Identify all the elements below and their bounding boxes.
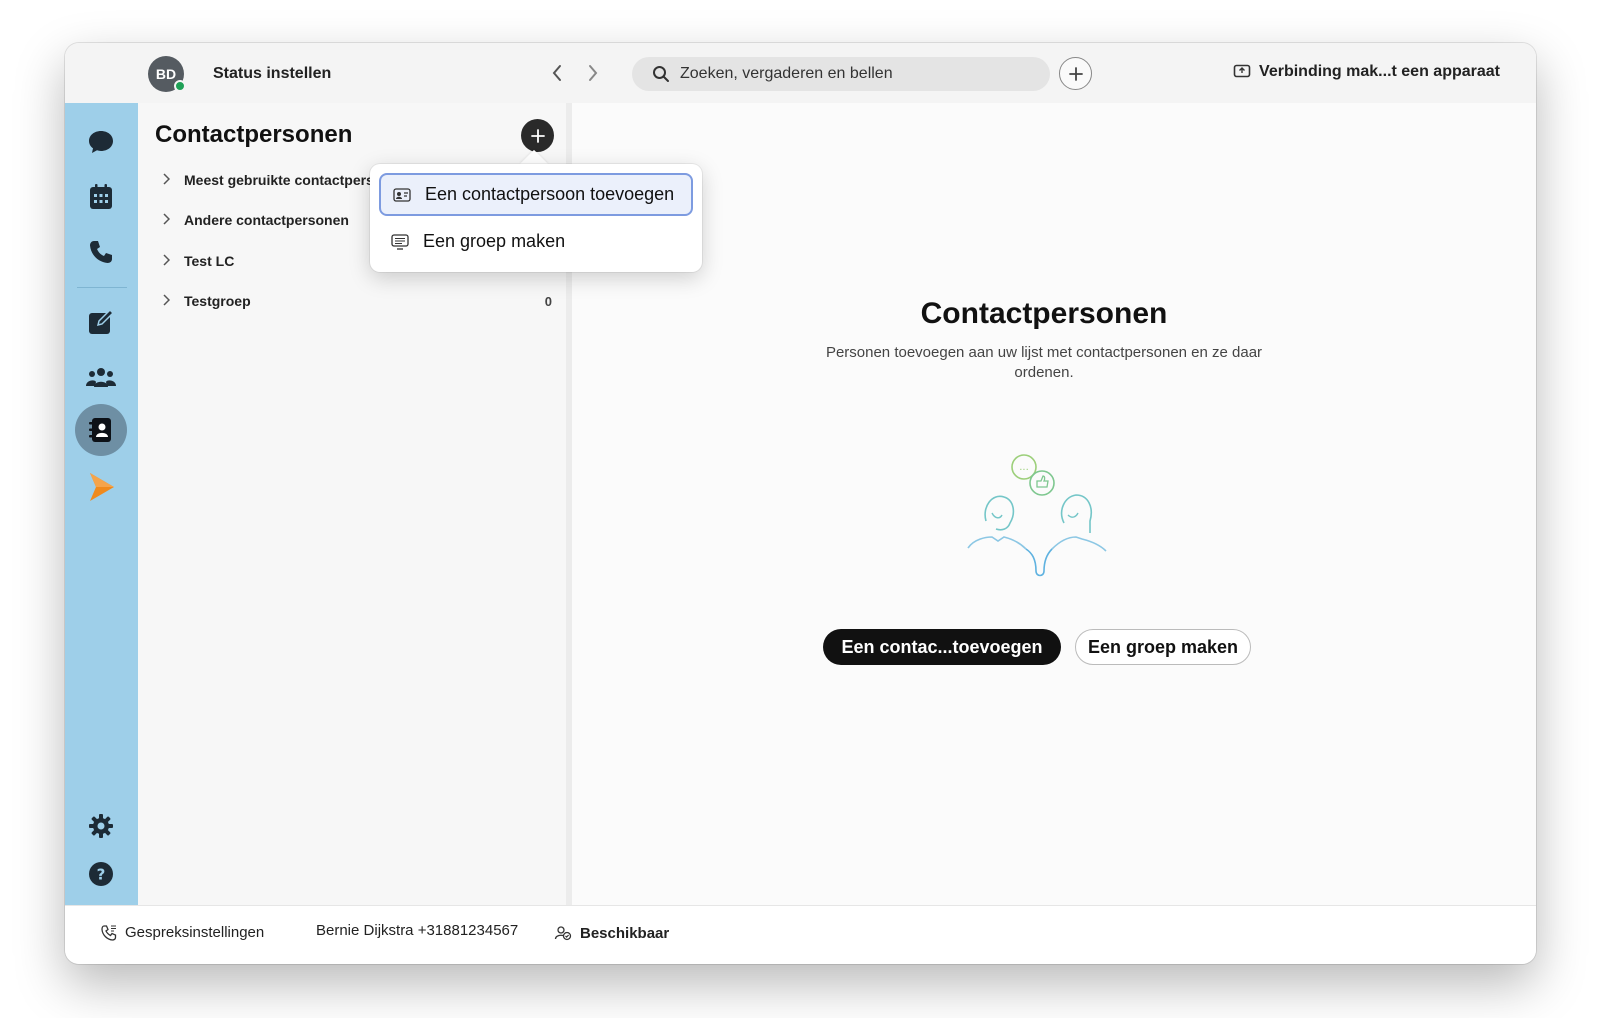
phone-icon (90, 241, 112, 263)
sidebar-item-help[interactable]: ? (75, 848, 127, 900)
contact-group-label: Testgroep (184, 293, 251, 309)
contact-group-row[interactable]: Testgroep 0 (162, 287, 552, 315)
top-bar: BD Status instellen Zoeken, vergaderen e… (65, 43, 1536, 103)
empty-state-title: Contactpersonen (920, 297, 1168, 330)
chevron-right-icon (162, 293, 184, 309)
contact-card-icon (393, 187, 411, 202)
sidebar-item-settings[interactable] (75, 800, 127, 852)
menu-item-create-group[interactable]: Een groep maken (379, 220, 693, 263)
arrow-app-icon (90, 473, 114, 501)
call-settings-label: Gespreksinstellingen (125, 924, 265, 941)
contacts-panel-title: Contactpersonen (155, 121, 353, 148)
chevron-right-icon (162, 172, 184, 188)
empty-state-subtitle: Personen toevoegen aan uw lijst met cont… (825, 344, 1263, 381)
sidebar-item-meetings[interactable] (75, 171, 127, 223)
sidebar-item-whiteboard[interactable] (75, 296, 127, 348)
sidebar-item-messaging[interactable] (75, 116, 127, 168)
menu-item-label: Een contactpersoon toevoegen (425, 184, 675, 204)
edit-icon (89, 308, 115, 334)
svg-text:...: ... (1019, 462, 1029, 473)
new-action-button[interactable] (1059, 57, 1092, 90)
sidebar-item-contacts[interactable] (75, 404, 127, 456)
teams-icon (86, 368, 116, 387)
presence-indicator (174, 80, 186, 92)
contacts-icon (89, 418, 111, 442)
sidebar-item-app[interactable] (75, 461, 127, 513)
chevron-left-icon (552, 65, 561, 81)
chat-icon (89, 131, 113, 153)
status-bar: Gespreksinstellingen Bernie Dijkstra +31… (65, 905, 1536, 964)
call-settings-button[interactable]: Gespreksinstellingen (101, 924, 264, 941)
connect-device-label: Verbinding mak...t een apparaat (1259, 63, 1500, 80)
chevron-right-icon (162, 212, 184, 228)
search-placeholder: Zoeken, vergaderen en bellen (680, 65, 893, 82)
add-contact-popup-menu: Een contactpersoon toevoegen Een groep m… (370, 164, 702, 272)
chevron-right-icon (589, 65, 598, 81)
availability-icon (554, 926, 572, 941)
screen-share-icon (1233, 64, 1251, 78)
menu-item-add-contact[interactable]: Een contactpersoon toevoegen (379, 173, 693, 216)
search-icon (653, 66, 669, 82)
phone-settings-icon (101, 924, 117, 941)
sidebar: ? (65, 103, 138, 905)
gear-icon (89, 814, 113, 838)
connect-device-button[interactable]: Verbinding mak...t een apparaat (1233, 63, 1500, 81)
add-contact-menu-button[interactable] (521, 119, 554, 152)
contact-group-label: Andere contactpersonen (184, 212, 349, 228)
add-contact-button[interactable]: Een contac...toevoegen (823, 629, 1061, 665)
forward-button[interactable] (581, 61, 605, 85)
avatar-initials: BD (155, 66, 177, 82)
sidebar-item-teams[interactable] (75, 351, 127, 403)
avatar[interactable]: BD (148, 56, 186, 92)
calendar-icon (90, 184, 112, 209)
svg-text:?: ? (97, 866, 106, 884)
plus-icon (1068, 66, 1083, 81)
search-input[interactable]: Zoeken, vergaderen en bellen (632, 57, 1050, 91)
user-line: Bernie Dijkstra +31881234567 (316, 922, 519, 939)
contact-group-count: 0 (544, 293, 552, 309)
sidebar-separator (77, 287, 127, 288)
availability-button[interactable]: Beschikbaar (554, 924, 669, 942)
plus-icon (530, 128, 545, 143)
chevron-right-icon (162, 253, 184, 269)
contact-group-label: Test LC (184, 253, 235, 269)
status-label[interactable]: Status instellen (213, 65, 331, 83)
sidebar-item-calling[interactable] (75, 226, 127, 278)
create-group-button[interactable]: Een groep maken (1075, 629, 1251, 665)
app-window: BD Status instellen Zoeken, vergaderen e… (65, 43, 1536, 964)
back-button[interactable] (545, 61, 569, 85)
availability-label: Beschikbaar (580, 924, 670, 942)
menu-item-label: Een groep maken (423, 231, 566, 251)
group-list-icon (391, 233, 409, 250)
main-content: Contactpersonen Personen toevoegen aan u… (572, 103, 1536, 905)
help-icon: ? (89, 862, 113, 886)
contacts-illustration: ... (967, 454, 1107, 577)
